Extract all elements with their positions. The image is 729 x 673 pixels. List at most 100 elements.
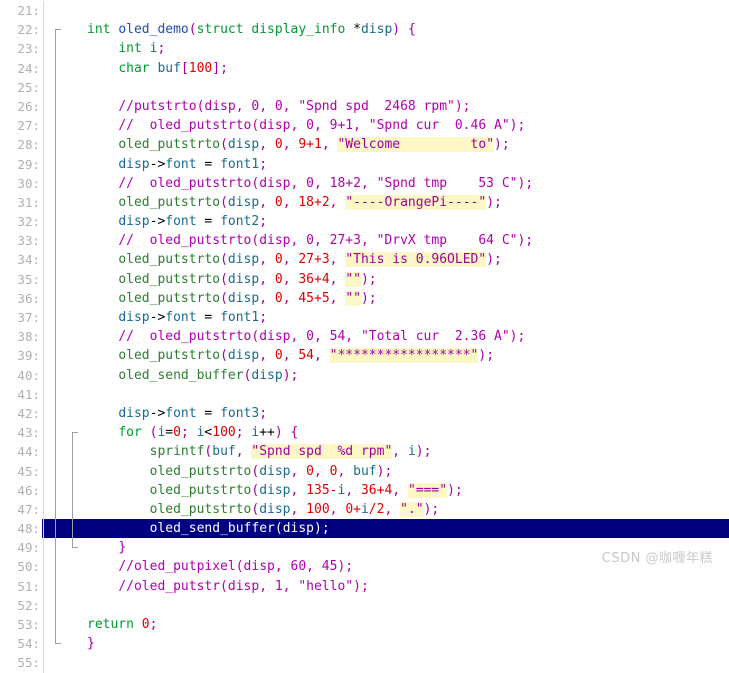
gutter-separator-line — [43, 269, 44, 289]
code-text[interactable]: oled_putstrto(disp, 0, 9+1, "Welcome to"… — [82, 135, 729, 154]
code-line[interactable]: 54:} — [0, 634, 729, 654]
gutter-separator-line — [43, 653, 44, 673]
code-text[interactable]: int i; — [82, 39, 729, 58]
code-line[interactable]: 40: oled_send_buffer(disp); — [0, 365, 729, 385]
code-text[interactable]: disp->font = font1; — [82, 308, 729, 327]
code-line[interactable]: 36: oled_putstrto(disp, 0, 45+5, ""); — [0, 288, 729, 308]
fold-bracket-vertical — [55, 96, 56, 117]
code-text[interactable]: oled_putstrto(disp, 0, 36+4, ""); — [82, 270, 729, 289]
code-line[interactable]: 46: oled_putstrto(disp, 135-i, 36+4, "==… — [0, 480, 729, 500]
code-line[interactable]: 33: // oled_putstrto(disp, 0, 27+3, "Drv… — [0, 231, 729, 251]
code-line[interactable]: 37: disp->font = font1; — [0, 308, 729, 328]
code-line[interactable]: 23: int i; — [0, 39, 729, 59]
line-number: 43: — [17, 425, 40, 441]
code-line[interactable]: 34: oled_putstrto(disp, 0, 27+3, "This i… — [0, 250, 729, 270]
code-text[interactable] — [82, 385, 729, 404]
code-text[interactable]: disp->font = font2; — [82, 212, 729, 231]
code-text[interactable]: //putstrto(disp, 0, 0, "Spnd spd 2468 rp… — [82, 97, 729, 116]
fold-bracket-vertical — [55, 58, 56, 78]
code-token: ( — [188, 22, 197, 38]
code-text[interactable]: return 0; — [82, 615, 729, 634]
code-text[interactable]: char buf[100]; — [82, 59, 729, 78]
fold-bracket-vertical — [55, 173, 56, 193]
code-line[interactable]: 29: disp->font = font1; — [0, 154, 729, 174]
code-token: , — [282, 194, 299, 210]
code-text-selected[interactable]: oled_send_buffer(disp); — [82, 519, 729, 539]
code-line[interactable]: 35: oled_putstrto(disp, 0, 36+4, ""); — [0, 269, 729, 289]
code-token: 135 — [306, 482, 330, 498]
code-line[interactable]: 21: — [0, 1, 729, 21]
code-text[interactable]: oled_putstrto(disp, 0, 27+3, "This is 0.… — [82, 250, 729, 269]
code-line[interactable]: 55: — [0, 653, 729, 673]
code-text[interactable] — [82, 653, 729, 672]
code-line[interactable]: 32: disp->font = font2; — [0, 212, 729, 232]
code-token: ; — [235, 425, 252, 441]
code-text[interactable]: oled_putstrto(disp, 0, 45+5, ""); — [82, 289, 729, 308]
code-text[interactable]: int oled_demo(struct display_info *disp)… — [82, 20, 729, 39]
code-text[interactable]: sprintf(buf, "Spnd spd %d rpm", i); — [82, 442, 729, 461]
fold-bracket-vertical — [55, 77, 56, 97]
code-lines-container[interactable]: 21: 22: int oled_demo(struct display_info … — [0, 1, 729, 673]
code-line[interactable]: 24: char buf[100]; — [0, 58, 729, 78]
line-number: 53: — [17, 617, 40, 632]
code-editor[interactable]: 21: 22: int oled_demo(struct display_info … — [0, 0, 729, 673]
code-line[interactable]: 27: // oled_putstrto(disp, 0, 9+1, "Spnd… — [0, 116, 729, 136]
line-number: 45: — [17, 463, 40, 479]
inner-fold-bracket-column — [60, 634, 82, 653]
code-line[interactable]: 47: oled_putstrto(disp, 100, 0+i/2, ".")… — [0, 499, 729, 520]
code-line[interactable]: 25: — [0, 77, 729, 97]
code-text[interactable]: // oled_putstrto(disp, 0, 54, "Total cur… — [82, 327, 729, 346]
code-token: , — [259, 290, 275, 306]
code-text[interactable]: } — [82, 634, 729, 653]
code-line[interactable]: 26: //putstrto(disp, 0, 0, "Spnd spd 246… — [0, 96, 729, 117]
code-line[interactable]: 48: oled_send_buffer(disp); — [0, 519, 729, 539]
code-text[interactable]: oled_putstrto(disp, 0, 54, "************… — [82, 346, 729, 365]
code-text[interactable] — [82, 78, 729, 97]
code-text[interactable]: for (i=0; i<100; i++) { — [82, 423, 729, 442]
code-text[interactable] — [82, 1, 729, 20]
code-line[interactable]: 39: oled_putstrto(disp, 0, 54, "********… — [0, 346, 729, 366]
code-line[interactable]: 31: oled_putstrto(disp, 0, 18+2, "----Or… — [0, 192, 729, 213]
gutter-separator-line — [43, 250, 44, 270]
code-text[interactable]: // oled_putstrto(disp, 0, 18+2, "Spnd tm… — [82, 174, 729, 193]
code-text[interactable]: oled_putstrto(disp, 135-i, 36+4, "==="); — [82, 481, 729, 500]
code-token: + — [314, 194, 322, 210]
line-number: 28: — [17, 137, 40, 153]
code-text[interactable]: disp->font = font3; — [82, 404, 729, 423]
code-token: return — [87, 617, 134, 632]
code-token: disp — [227, 348, 260, 364]
code-text[interactable]: oled_send_buffer(disp); — [82, 366, 729, 385]
code-text[interactable]: oled_putstrto(disp, 100, 0+i/2, "."); — [82, 500, 729, 519]
code-line[interactable]: 44: sprintf(buf, "Spnd spd %d rpm", i); — [0, 442, 729, 462]
code-line[interactable]: 52: — [0, 595, 729, 615]
code-token: display_info — [251, 22, 346, 38]
code-text[interactable]: oled_putstrto(disp, 0, 18+2, "----Orange… — [82, 193, 729, 212]
code-text[interactable]: disp->font = font1; — [82, 155, 729, 174]
code-text[interactable]: // oled_putstrto(disp, 0, 9+1, "Spnd cur… — [82, 116, 729, 135]
code-line[interactable]: 42: disp->font = font3; — [0, 403, 729, 424]
code-token: } — [118, 540, 127, 556]
code-token: disp — [227, 137, 260, 153]
code-token: ); — [282, 367, 299, 383]
code-token: { — [290, 425, 299, 441]
code-line[interactable]: 41: — [0, 384, 729, 404]
code-token: oled_send_buffer — [149, 521, 275, 537]
code-line[interactable]: 30: // oled_putstrto(disp, 0, 18+2, "Spn… — [0, 173, 729, 193]
code-token: ); — [423, 501, 440, 517]
fold-bracket-column — [46, 20, 61, 40]
code-line[interactable]: 38: // oled_putstrto(disp, 0, 54, "Total… — [0, 327, 729, 347]
code-text[interactable]: oled_putstrto(disp, 0, 0, buf); — [82, 462, 729, 481]
fold-bracket-column — [46, 365, 60, 385]
code-line[interactable]: 45: oled_putstrto(disp, 0, 0, buf); — [0, 461, 729, 481]
code-line[interactable]: 43: for (i=0; i<100; i++) { — [0, 423, 729, 443]
code-text[interactable] — [82, 596, 729, 615]
code-line[interactable]: 53: return 0; — [0, 615, 729, 635]
code-text[interactable]: // oled_putstrto(disp, 0, 27+3, "DrvX tm… — [82, 231, 729, 250]
code-token: font3 — [220, 405, 260, 421]
gutter-separator-line — [43, 384, 44, 404]
code-line[interactable]: 22: int oled_demo(struct display_info *di… — [0, 20, 729, 40]
code-line[interactable]: 28: oled_putstrto(disp, 0, 9+1, "Welcome… — [0, 135, 729, 155]
